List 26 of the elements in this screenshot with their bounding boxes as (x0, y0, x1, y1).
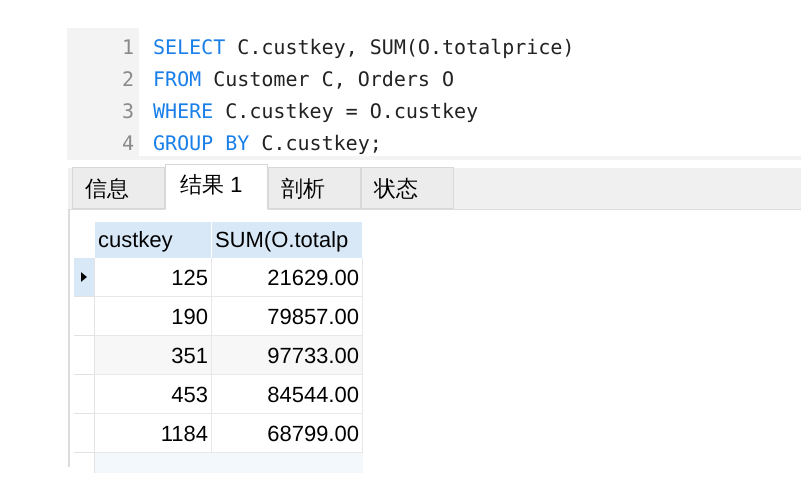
code-line: WHERE C.custkey = O.custkey (153, 98, 480, 125)
table-cell: 21629.00 (212, 258, 363, 297)
column-header[interactable]: custkey (95, 222, 212, 258)
result-tab[interactable]: 信息 (72, 167, 165, 209)
table-cell: 68799.00 (212, 414, 363, 453)
table-cell: 97733.00 (212, 336, 363, 375)
result-tab[interactable]: 结果 1 (165, 164, 268, 210)
column-header[interactable]: SUM(O.totalp (212, 222, 363, 258)
code-line: GROUP BY C.custkey; (153, 130, 383, 157)
line-number: 4 (120, 130, 135, 157)
table-cell: 125 (95, 258, 212, 297)
table-cell: 84544.00 (212, 375, 363, 414)
code-line: FROM Customer C, Orders O (153, 66, 456, 93)
table-cell: 1184 (95, 414, 212, 453)
code-line: SELECT C.custkey, SUM(O.totalprice) (153, 34, 576, 61)
table-cell: 453 (95, 375, 212, 414)
table-cell: 79857.00 (212, 297, 363, 336)
result-tab[interactable]: 剖析 (268, 167, 361, 209)
line-number: 1 (120, 34, 135, 61)
row-pointer-icon (81, 272, 87, 282)
table-cell: 190 (95, 297, 212, 336)
result-tab[interactable]: 状态 (361, 167, 454, 209)
line-number: 3 (120, 98, 135, 125)
table-cell: 351 (95, 336, 212, 375)
row-header[interactable] (74, 258, 95, 297)
line-number: 2 (120, 66, 135, 93)
